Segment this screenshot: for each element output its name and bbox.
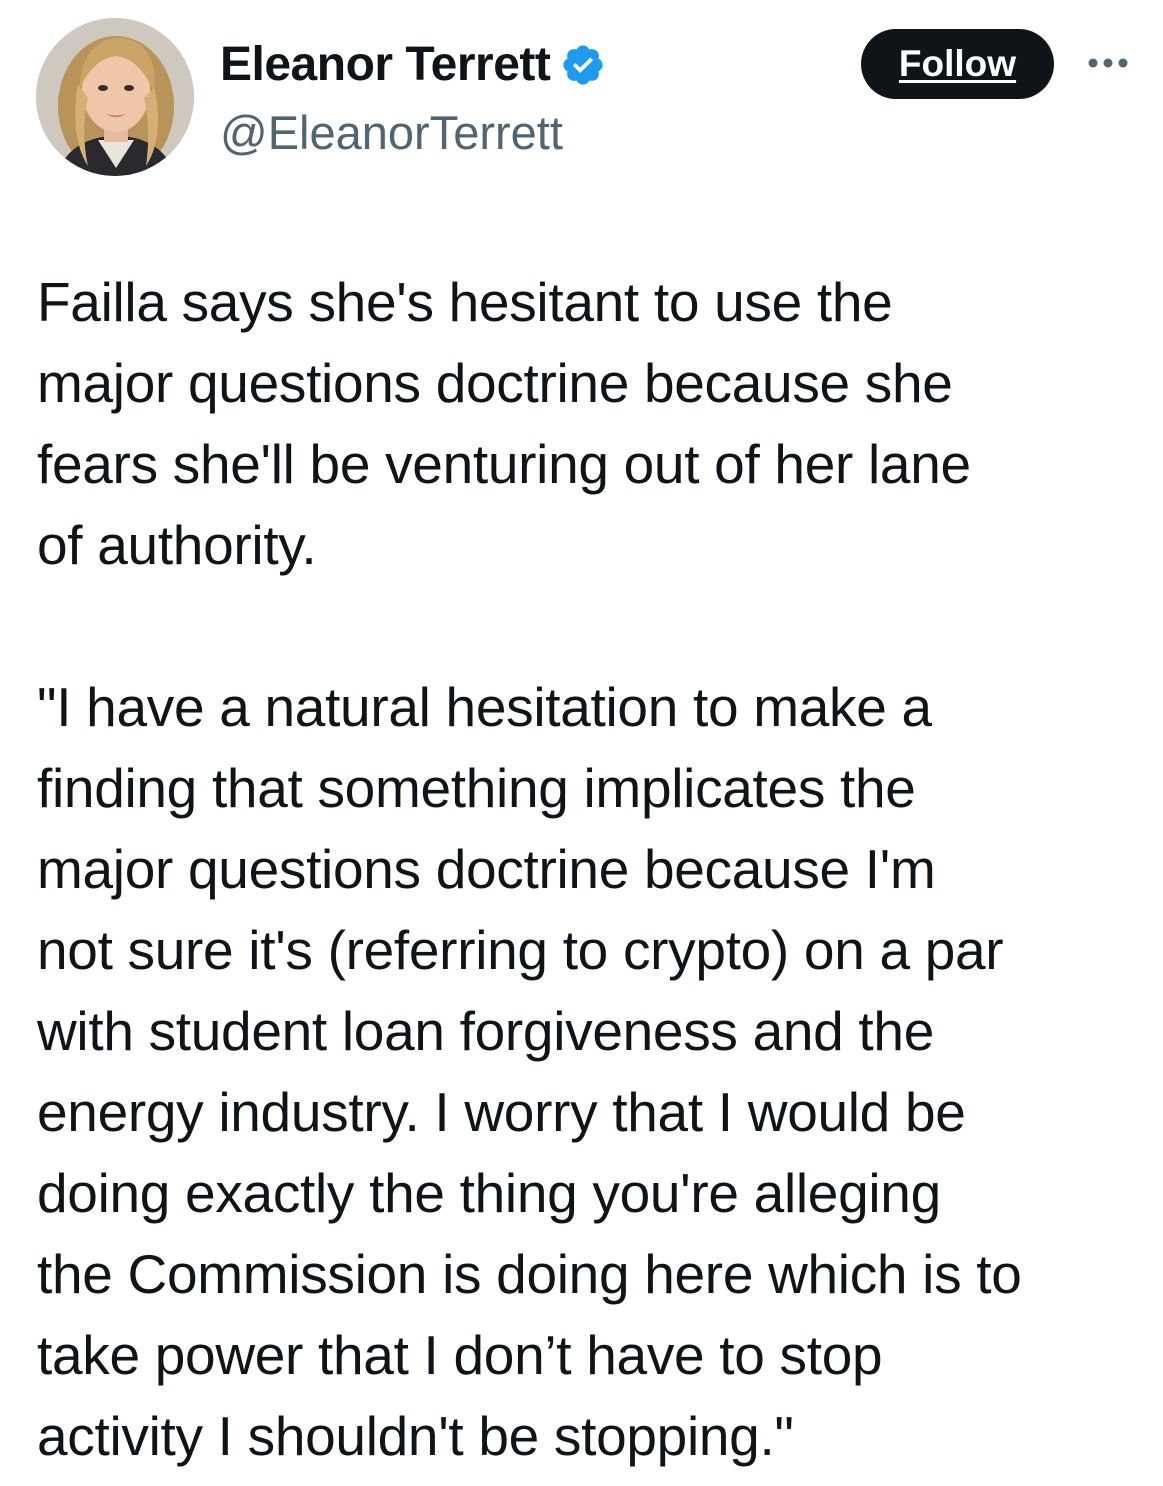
tweet-line: finding that something implicates the (37, 757, 916, 819)
tweet-line: doing exactly the thing you're alleging (37, 1162, 941, 1224)
tweet-line: major questions doctrine because I'm (37, 838, 936, 900)
avatar-image (36, 18, 194, 176)
tweet-line: major questions doctrine because she (37, 352, 953, 414)
verified-badge-icon (560, 42, 606, 88)
more-horizontal-icon[interactable] (1085, 52, 1131, 74)
tweet-line: Failla says she's hesitant to use the (37, 271, 893, 333)
author-name-row: Eleanor Terrett (220, 34, 606, 96)
tweet-card: Eleanor Terrett @EleanorTerrett Follow F… (0, 0, 1163, 1486)
tweet-text: Failla says she's hesitant to use the ma… (37, 262, 1147, 1477)
tweet-line: with student loan forgiveness and the (37, 1000, 934, 1062)
tweet-line: of authority. (37, 514, 317, 576)
author-display-name[interactable]: Eleanor Terrett (220, 34, 551, 96)
tweet-paragraph: "I have a natural hesitation to make a f… (37, 667, 1147, 1477)
tweet-line: the Commission is doing here which is to (37, 1243, 1022, 1305)
tweet-line: energy industry. I worry that I would be (37, 1081, 966, 1143)
author-handle[interactable]: @EleanorTerrett (220, 102, 606, 164)
tweet-line: fears she'll be venturing out of her lan… (37, 433, 971, 495)
avatar[interactable] (36, 18, 194, 176)
tweet-line: "I have a natural hesitation to make a (37, 676, 932, 738)
tweet-paragraph: Failla says she's hesitant to use the ma… (37, 262, 1147, 586)
follow-button[interactable]: Follow (861, 29, 1054, 99)
author-block[interactable]: Eleanor Terrett @EleanorTerrett (220, 34, 606, 164)
tweet-line: not sure it's (referring to crypto) on a… (37, 919, 1004, 981)
tweet-line: take power that I don’t have to stop (37, 1324, 883, 1386)
tweet-line: activity I shouldn't be stopping." (37, 1405, 794, 1467)
